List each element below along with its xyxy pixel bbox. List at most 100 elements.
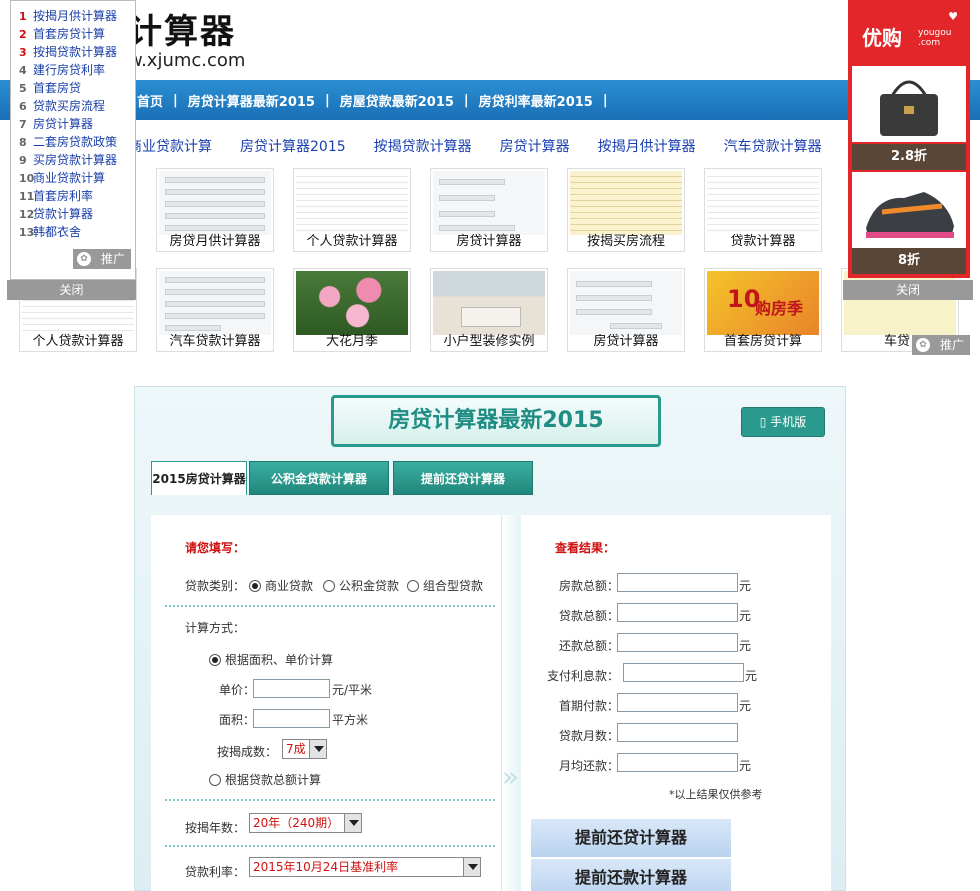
years-select[interactable]: 20年（240期） <box>249 813 362 833</box>
right-ad-close-button[interactable]: 关闭 <box>843 280 973 300</box>
thumb-card[interactable]: 按揭买房流程 <box>567 168 685 252</box>
thumb-card[interactable]: 10 购房季 首套房贷计算 <box>704 268 822 352</box>
thumb-card[interactable]: 房贷计算器 <box>430 168 548 252</box>
phone-icon: ▯ <box>759 415 767 429</box>
thumb-card[interactable]: 小户型装修实例 <box>430 268 548 352</box>
link-house-loan-calculator[interactable]: 房贷计算器 <box>500 136 570 158</box>
mortgage-calculator: 房贷计算器最新2015 ▯ 手机版 2015房贷计算器 公积金贷款计算器 提前还… <box>134 386 846 891</box>
tab-prepayment[interactable]: 提前还贷计算器 <box>393 461 533 495</box>
yougou-logo: 优购 yougou .com ♥ <box>856 6 962 56</box>
mobile-version-button[interactable]: ▯ 手机版 <box>741 407 825 437</box>
radio-icon[interactable] <box>209 774 221 786</box>
right-float-ad[interactable]: 优购 yougou .com ♥ 2.8折 8折 <box>848 0 970 278</box>
thumb-caption: 个人贷款计算器 <box>306 234 398 249</box>
left-ad-item[interactable]: 8 二套房贷款政策 <box>19 133 135 151</box>
loan-months-output[interactable] <box>617 723 738 742</box>
thumb-caption: 房贷月供计算器 <box>169 234 261 249</box>
loan-type-commercial[interactable]: 商业贷款 <box>249 577 313 594</box>
promo-label-right-thumb[interactable]: ✿ 推广 <box>912 335 970 355</box>
left-ad-item[interactable]: 10商业贷款计算 <box>19 169 135 187</box>
left-ad-item[interactable]: 2 首套房贷计算 <box>19 25 135 43</box>
panel-divider: » <box>501 515 521 891</box>
loan-type-combined[interactable]: 组合型贷款 <box>407 577 483 594</box>
unit-price-input[interactable] <box>253 679 330 698</box>
method-by-total[interactable]: 根据贷款总额计算 <box>209 771 321 788</box>
thumb-card[interactable]: 大花月季 <box>293 268 411 352</box>
left-ad-item[interactable]: 1 按揭月供计算器 <box>19 7 135 25</box>
left-ad-item-number: 2 <box>19 28 27 41</box>
chevron-down-icon <box>344 814 361 832</box>
link-commercial-loan[interactable]: 商业贷款计算 <box>128 136 212 158</box>
left-ad-item-number: 1 <box>19 10 27 23</box>
left-ad-item[interactable]: 3 按揭贷款计算器 <box>19 43 135 61</box>
down-payment-output[interactable] <box>617 693 738 712</box>
left-ad-item-number: 13 <box>19 226 35 239</box>
monthly-payment-output[interactable] <box>617 753 738 772</box>
left-ad-item[interactable]: 9 买房贷款计算器 <box>19 151 135 169</box>
nav-item-rate-2015[interactable]: 房贷利率最新2015 <box>479 91 593 110</box>
tab-2015-calculator[interactable]: 2015房贷计算器 <box>151 461 247 495</box>
repayment-total-output[interactable] <box>617 633 738 652</box>
total-price-output[interactable] <box>617 573 738 592</box>
left-ad-list: 1 按揭月供计算器 2 首套房贷计算 3 按揭贷款计算器 4 建行房贷利率 5 首套房贷 6 贷款买房… <box>11 1 135 241</box>
radio-icon[interactable] <box>249 580 261 592</box>
handbag-image <box>852 66 966 142</box>
left-ad-item-label: 买房贷款计算器 <box>33 153 118 167</box>
paw-icon: ✿ <box>77 252 91 266</box>
result-unit: 元 <box>739 699 752 713</box>
ratio-select[interactable]: 7成 <box>282 739 327 759</box>
left-ad-item[interactable]: 5 首套房贷 <box>19 79 135 97</box>
site-logo-title[interactable]: 计算器 <box>128 4 236 53</box>
left-ad-item[interactable]: 12贷款计算器 <box>19 205 135 223</box>
loan-type-provident[interactable]: 公积金贷款 <box>323 577 399 594</box>
promo-text: 购房季 <box>755 299 804 318</box>
rate-select[interactable]: 2015年10月24日基准利率 <box>249 857 481 877</box>
radio-icon[interactable] <box>323 580 335 592</box>
thumb-caption: 汽车贷款计算器 <box>169 334 261 349</box>
method-by-area[interactable]: 根据面积、单价计算 <box>209 651 333 668</box>
thumb-card[interactable]: 房贷月供计算器 <box>156 168 274 252</box>
left-ad-item-label: 房贷计算器 <box>33 117 94 131</box>
years-label: 按揭年数： <box>185 821 246 835</box>
left-ad-item-label: 二套房贷款政策 <box>33 135 118 149</box>
tab-provident-fund[interactable]: 公积金贷款计算器 <box>249 461 389 495</box>
left-ad-item[interactable]: 7 房贷计算器 <box>19 115 135 133</box>
promo-label[interactable]: ✿ 推广 <box>73 249 131 269</box>
prepay-calculator-button-2[interactable]: 提前还款计算器 <box>531 859 731 891</box>
thumb-card[interactable]: 个人贷款计算器 <box>293 168 411 252</box>
radio-icon[interactable] <box>209 654 221 666</box>
loan-type-label: 贷款类别： <box>185 579 246 593</box>
loan-total-output[interactable] <box>617 603 738 622</box>
unit-price-unit: 元/平米 <box>332 683 373 697</box>
thumb-image <box>296 271 408 335</box>
left-ad-item-number: 12 <box>19 208 35 221</box>
link-calculator-2015[interactable]: 房贷计算器2015 <box>240 136 346 158</box>
left-ad-item-number: 3 <box>19 46 27 59</box>
link-monthly-calculator[interactable]: 按揭月供计算器 <box>598 136 696 158</box>
left-ad-item[interactable]: 6 贷款买房流程 <box>19 97 135 115</box>
left-ad-close-button[interactable]: 关闭 <box>7 280 136 300</box>
prepay-calculator-button[interactable]: 提前还贷计算器 <box>531 819 731 857</box>
thumb-card[interactable]: 房贷计算器 <box>567 268 685 352</box>
thumb-card[interactable]: 贷款计算器 <box>704 168 822 252</box>
left-ad-item[interactable]: 4 建行房贷利率 <box>19 61 135 79</box>
thumb-image <box>570 171 682 235</box>
radio-icon[interactable] <box>407 580 419 592</box>
thumb-card[interactable]: 汽车贷款计算器 <box>156 268 274 352</box>
price-tag: 2.8折 <box>852 144 966 170</box>
result-unit: 元 <box>739 759 752 773</box>
link-mortgage-calculator[interactable]: 按揭贷款计算器 <box>374 136 472 158</box>
left-ad-item[interactable]: 11首套房利率 <box>19 187 135 205</box>
nav-item-house-loan-2015[interactable]: 房屋贷款最新2015 <box>340 91 454 110</box>
left-ad-item[interactable]: 13韩都衣舍 <box>19 223 135 241</box>
price-tag: 8折 <box>852 248 966 274</box>
dotted-divider <box>165 799 495 801</box>
interest-output[interactable] <box>623 663 744 682</box>
result-label: 贷款总额： <box>558 609 619 623</box>
unit-price-label: 单价： <box>219 683 256 697</box>
chevron-down-icon <box>309 740 326 758</box>
left-float-ad: 1 按揭月供计算器 2 首套房贷计算 3 按揭贷款计算器 4 建行房贷利率 5 首套房贷 6 贷款买房… <box>10 0 136 280</box>
link-car-loan-calculator[interactable]: 汽车贷款计算器 <box>724 136 822 158</box>
nav-item-calculator-2015[interactable]: 房贷计算器最新2015 <box>188 91 315 110</box>
area-input[interactable] <box>253 709 330 728</box>
